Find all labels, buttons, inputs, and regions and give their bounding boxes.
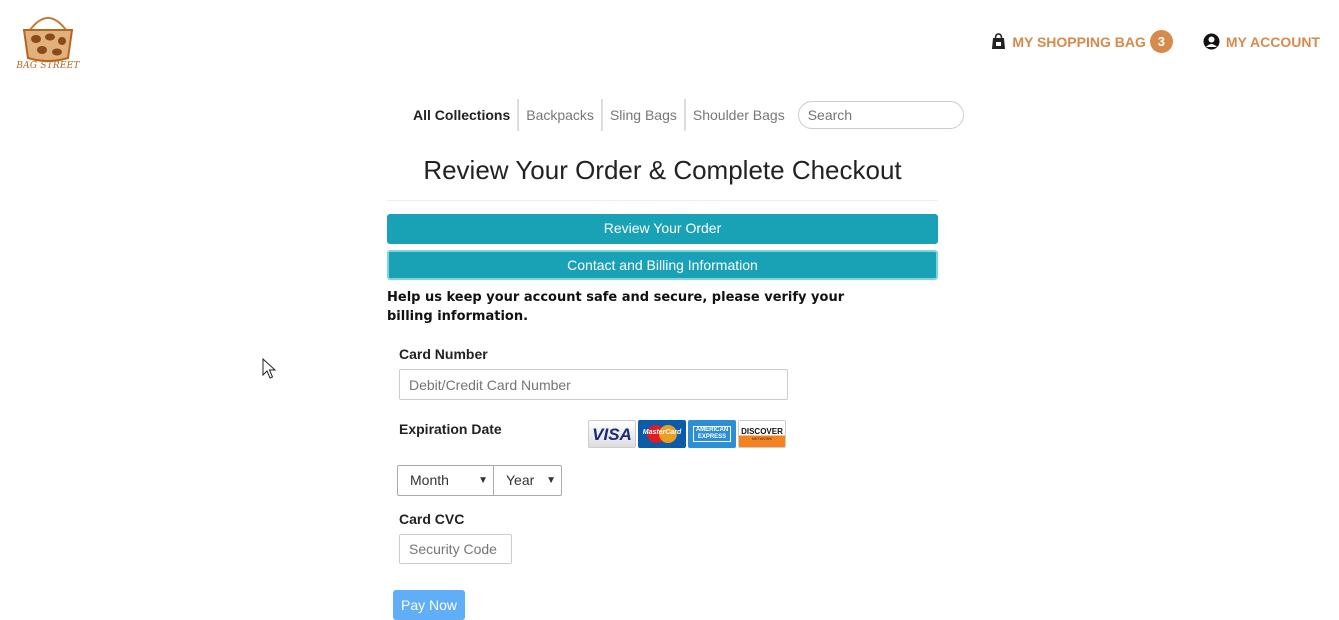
discover-network-text: NETWORK <box>751 436 773 441</box>
top-nav: MY SHOPPING BAG 3 MY ACCOUNT <box>991 30 1320 53</box>
tab-sling-bags[interactable]: Sling Bags <box>600 99 684 131</box>
amex-card-icon: AMERICAN EXPRESS <box>688 420 736 448</box>
mouse-cursor-icon <box>262 358 277 379</box>
shopping-bag-label: MY SHOPPING BAG <box>1012 33 1146 50</box>
discover-card-icon: DISCOVER NETWORK <box>738 420 786 448</box>
visa-card-icon: VISA <box>588 420 636 448</box>
divider <box>387 200 938 201</box>
billing-info-bar[interactable]: Contact and Billing Information <box>387 250 938 280</box>
my-account-label: MY ACCOUNT <box>1225 33 1320 50</box>
shopping-bag-link[interactable]: MY SHOPPING BAG 3 <box>991 30 1173 53</box>
accepted-cards: VISA MasterCard AMERICAN EXPRESS DISCOVE… <box>588 420 788 448</box>
chevron-down-icon: ▼ <box>478 475 488 486</box>
collections-nav: All Collections Backpacks Sling Bags Sho… <box>406 99 964 131</box>
shopping-bag-icon <box>992 33 1006 49</box>
cvc-input[interactable] <box>399 534 512 564</box>
brand-logo-text: BAG STREET <box>16 61 80 71</box>
month-select-value: Month <box>410 472 449 488</box>
expiration-date-label: Expiration Date <box>399 421 502 437</box>
bag-count-badge: 3 <box>1149 30 1173 53</box>
amex-logo-text: AMERICAN EXPRESS <box>693 426 731 442</box>
year-select-value: Year <box>506 472 535 488</box>
page-title: Review Your Order & Complete Checkout <box>423 155 902 185</box>
tab-backpacks[interactable]: Backpacks <box>517 99 601 131</box>
chevron-down-icon: ▼ <box>546 475 556 486</box>
tab-all-collections[interactable]: All Collections <box>406 99 517 131</box>
search-input[interactable] <box>797 101 964 129</box>
my-account-link[interactable]: MY ACCOUNT <box>1203 33 1320 50</box>
tab-shoulder-bags[interactable]: Shoulder Bags <box>683 99 792 131</box>
card-number-input[interactable] <box>399 369 788 400</box>
user-icon <box>1203 33 1220 50</box>
bag-logo-icon <box>22 17 74 62</box>
mastercard-icon: MasterCard <box>638 420 686 448</box>
visa-logo-text: VISA <box>592 425 632 444</box>
brand-logo[interactable]: BAG STREET <box>16 10 80 76</box>
mastercard-logo-text: MasterCard <box>642 429 682 436</box>
card-number-label: Card Number <box>399 346 488 362</box>
security-notice: Help us keep your account safe and secur… <box>387 290 845 324</box>
year-select[interactable]: Year ▼ <box>493 465 562 496</box>
discover-logo-text: DISCOVER <box>741 427 783 436</box>
card-cvc-label: Card CVC <box>399 511 465 527</box>
month-select[interactable]: Month ▼ <box>397 465 494 496</box>
review-order-bar[interactable]: Review Your Order <box>387 214 938 244</box>
